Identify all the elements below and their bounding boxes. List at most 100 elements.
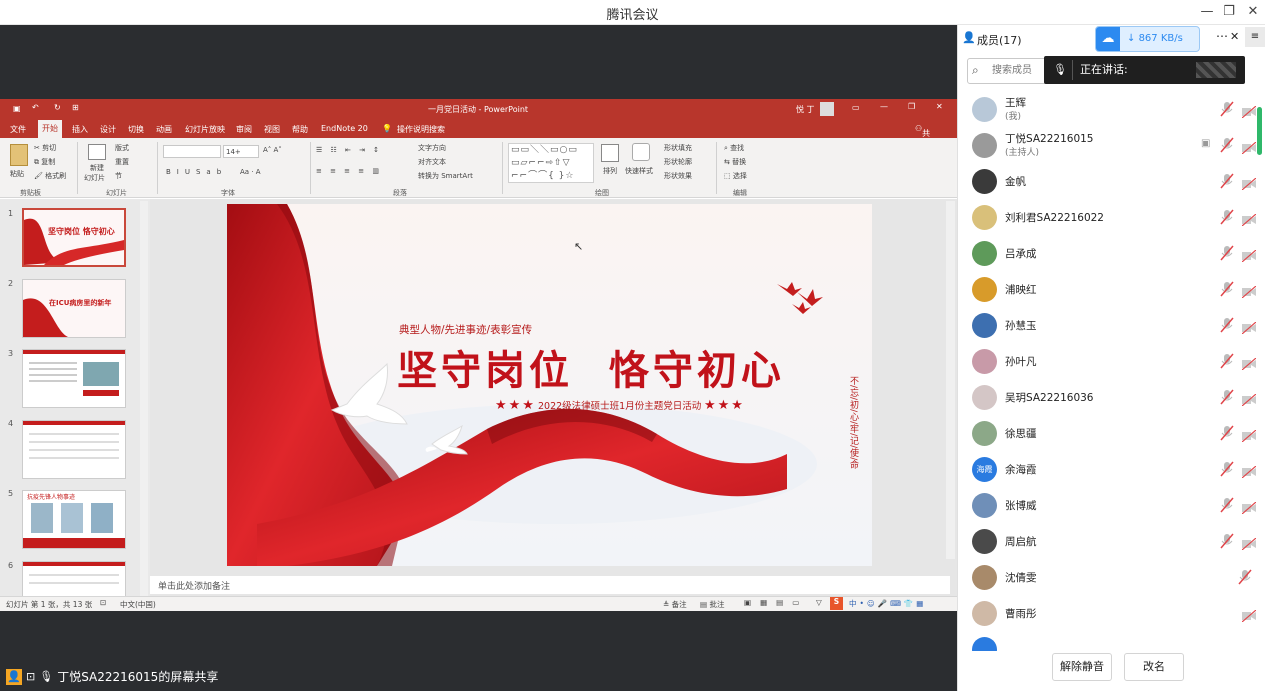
font-color-icon[interactable]: Aa · A — [240, 168, 261, 176]
cut-icon[interactable]: ✂ 剪切 — [34, 143, 56, 153]
mic-off-icon[interactable] — [1220, 209, 1234, 225]
shape-fill-button[interactable]: 形状填充 — [664, 143, 692, 153]
arrange-icon[interactable] — [601, 144, 619, 162]
user-avatar[interactable] — [820, 102, 834, 116]
member-list-scrollbar[interactable] — [1257, 107, 1262, 155]
tab-endnote[interactable]: EndNote 20 — [321, 124, 368, 133]
member-row[interactable]: 海霞 余海霞 — [958, 451, 1258, 487]
smartart-button[interactable]: 转换为 SmartArt — [418, 171, 473, 181]
share-button[interactable]: ⚇ 共享 — [915, 124, 930, 149]
camera-off-icon[interactable] — [1241, 607, 1257, 623]
member-row[interactable]: 周启航 — [958, 523, 1258, 559]
ppt-minimize-icon[interactable]: — — [880, 102, 888, 111]
font-size-select[interactable]: 14+ — [223, 145, 259, 158]
mic-off-icon[interactable] — [1220, 317, 1234, 333]
close-panel-icon[interactable]: ✕ — [1230, 30, 1239, 43]
slide-title[interactable]: 坚守岗位 恪守初心 — [397, 338, 785, 396]
slide-editor[interactable]: 典型人物/先进事迹/表彰宣传 坚守岗位 恪守初心 ★★★ 2022级法律硕士班1… — [150, 199, 957, 597]
camera-off-icon[interactable] — [1241, 283, 1257, 299]
camera-off-icon[interactable] — [1241, 427, 1257, 443]
mic-off-icon[interactable] — [1238, 569, 1252, 585]
present-icon[interactable]: ⊞ — [72, 103, 79, 112]
mic-off-icon[interactable] — [1220, 281, 1234, 297]
slide-thumbnail-1[interactable]: 坚守岗位 恪守初心 — [22, 208, 126, 267]
paste-icon[interactable] — [10, 144, 28, 166]
member-row[interactable]: 王辉 (我) — [958, 91, 1258, 127]
ppt-close-icon[interactable]: ✕ — [936, 102, 943, 111]
undo-icon[interactable]: ↶ — [32, 103, 39, 112]
notes-toggle[interactable]: ≜ 备注 — [663, 599, 687, 610]
mic-off-icon[interactable] — [1220, 533, 1234, 549]
list-buttons[interactable]: ☰ ☷ ⇤ ⇥ ↕ — [316, 146, 382, 154]
mic-off-icon[interactable] — [1220, 425, 1234, 441]
slide-thumbnails-pane[interactable]: 1 坚守岗位 恪守初心 2 在ICU病房里的新年 3 4 5 抗疫先锋人物事迹 … — [0, 199, 150, 597]
replace-button[interactable]: ⇆ 替换 — [724, 157, 746, 167]
font-style-buttons[interactable]: BIUSab — [166, 168, 227, 176]
ribbon-display-icon[interactable]: ▭ — [852, 103, 860, 112]
language-status[interactable]: 中文(中国) — [120, 599, 156, 610]
member-row[interactable]: 孙叶凡 — [958, 343, 1258, 379]
redo-icon[interactable]: ↻ — [54, 103, 61, 112]
tab-view[interactable]: 视图 — [264, 124, 280, 135]
new-slide-label[interactable]: 新建 — [90, 163, 104, 173]
dropdown-icon[interactable]: ▽ — [816, 598, 822, 607]
tab-transitions[interactable]: 切换 — [128, 124, 144, 135]
member-row[interactable]: 沈倩雯 — [958, 559, 1258, 595]
slide-thumbnail-6[interactable] — [22, 561, 126, 597]
section-button[interactable]: 节 — [115, 171, 122, 181]
unmute-button[interactable]: 解除静音 — [1052, 653, 1112, 681]
ime-toolbar[interactable]: ▽ S 中•☺🎤⌨👕▦ — [816, 597, 956, 611]
mic-off-icon[interactable] — [1220, 497, 1234, 513]
mic-off-icon[interactable] — [1220, 245, 1234, 261]
align-text-button[interactable]: 对齐文本 — [418, 157, 446, 167]
accessibility-icon[interactable]: ⊡ — [100, 598, 106, 607]
mic-off-icon[interactable] — [1220, 173, 1234, 189]
copy-icon[interactable]: ⧉ 复制 — [34, 157, 55, 167]
align-buttons[interactable]: ≡ ≡ ≡ ≡ ▥ — [316, 167, 382, 175]
comments-toggle[interactable]: ▤ 批注 — [700, 599, 724, 610]
mic-off-icon[interactable] — [1220, 389, 1234, 405]
view-buttons[interactable]: ▣▦▤▭ — [744, 598, 808, 607]
member-row[interactable]: 徐思疆 — [958, 415, 1258, 451]
arrange-label[interactable]: 排列 — [603, 166, 617, 176]
mic-off-icon[interactable] — [1220, 137, 1234, 153]
mic-off-icon[interactable] — [1220, 461, 1234, 477]
thumbnails-scrollbar[interactable] — [140, 201, 148, 597]
new-slide-icon[interactable] — [88, 144, 106, 160]
quick-styles-label[interactable]: 快速样式 — [625, 166, 653, 176]
tab-design[interactable]: 设计 — [100, 124, 116, 135]
tell-me-search[interactable]: 操作说明搜索 — [397, 124, 445, 135]
quick-styles-icon[interactable] — [632, 143, 650, 161]
layout-button[interactable]: 版式 — [115, 143, 129, 153]
member-row[interactable]: 吴玥SA22216036 — [958, 379, 1258, 415]
screen-share-indicator[interactable]: 👤 ⊡ 🎙 丁悦SA22216015的屏幕共享 — [0, 667, 225, 687]
paste-label[interactable]: 粘贴 — [10, 169, 24, 179]
camera-off-icon[interactable] — [1241, 211, 1257, 227]
tab-slideshow[interactable]: 幻灯片放映 — [185, 124, 225, 135]
member-row[interactable]: 张博威 — [958, 487, 1258, 523]
shape-outline-button[interactable]: 形状轮廓 — [664, 157, 692, 167]
notes-pane[interactable]: 单击此处添加备注 — [150, 576, 950, 594]
restore-icon[interactable]: ❐ — [1218, 2, 1240, 22]
member-row[interactable]: 浦映红 — [958, 271, 1258, 307]
camera-off-icon[interactable] — [1241, 247, 1257, 263]
font-grow-icon[interactable]: A˄ A˅ — [263, 146, 282, 154]
camera-off-icon[interactable] — [1241, 139, 1257, 155]
tab-review[interactable]: 审阅 — [236, 124, 252, 135]
ppt-restore-icon[interactable]: ❐ — [908, 102, 915, 111]
more-icon[interactable]: ⋯ — [1216, 29, 1228, 43]
member-list[interactable]: 王辉 (我) 丁悦SA22216015 (主持人) ▣ 金帆 刘利君SA2221… — [958, 91, 1265, 651]
rename-button[interactable]: 改名 — [1124, 653, 1184, 681]
camera-off-icon[interactable] — [1241, 535, 1257, 551]
reset-button[interactable]: 重置 — [115, 157, 129, 167]
member-row[interactable]: 孙慧玉 — [958, 307, 1258, 343]
member-row[interactable]: 吕承成 — [958, 235, 1258, 271]
slide-event-subtitle[interactable]: 2022级法律硕士班1月份主题党日活动 — [538, 398, 701, 412]
tab-file[interactable]: 文件 — [10, 124, 26, 135]
tab-insert[interactable]: 插入 — [72, 124, 88, 135]
member-row[interactable]: 曹雨彤 — [958, 595, 1258, 631]
font-family-select[interactable] — [163, 145, 221, 158]
camera-off-icon[interactable] — [1241, 499, 1257, 515]
shape-effect-button[interactable]: 形状效果 — [664, 171, 692, 181]
shapes-gallery[interactable]: ▭▭＼＼▭○▭ ▭▱⌐⌐⇨⇧▽ ⌐⌐⌒⌒{ }☆ — [508, 143, 594, 183]
